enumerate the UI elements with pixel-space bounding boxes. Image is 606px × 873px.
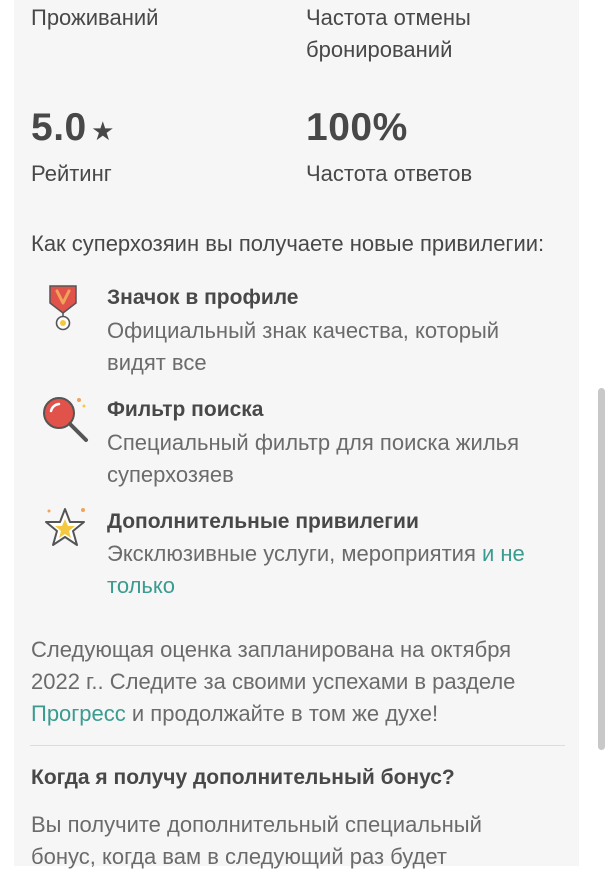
magnifier-icon <box>40 394 90 444</box>
cancel-rate-label-line2: бронирований <box>306 37 453 62</box>
perks-intro: Как суперхозяин вы получаете новые приви… <box>31 231 545 256</box>
response-rate-label: Частота ответов <box>306 161 473 186</box>
more-link-continued[interactable]: только <box>107 570 175 602</box>
perk-desc-badge-line2: видят все <box>107 350 207 375</box>
bonus-answer-line2: бонус, когда вам в следующий раз будет <box>31 844 447 869</box>
cancel-rate-label-line1: Частота отмены <box>306 5 471 30</box>
perk-title-search-filter: Фильтр поиска <box>107 398 264 421</box>
section-divider <box>30 745 565 746</box>
bonus-answer-line1: Вы получите дополнительный специальный <box>31 812 482 837</box>
star-icon <box>43 505 89 551</box>
medal-icon <box>46 283 80 333</box>
rating-value-group: 5.0 ★ <box>31 106 114 150</box>
bonus-question: Когда я получу дополнительный бонус? <box>31 766 455 789</box>
rating-star-icon: ★ <box>91 116 115 146</box>
perk-desc-extra-line1: Эксклюзивные услуги, мероприятия и не <box>107 538 525 570</box>
response-rate-value: 100% <box>306 106 408 149</box>
perk-desc-search-line2: суперхозяев <box>107 462 234 487</box>
rating-value: 5.0 <box>31 106 87 149</box>
perk-desc-badge-line1: Официальный знак качества, который <box>107 318 500 343</box>
progress-link[interactable]: Прогресс <box>31 701 126 726</box>
more-link[interactable]: и не <box>482 541 525 566</box>
scrollbar[interactable] <box>598 388 605 750</box>
next-review-line2: 2022 г.. Следите за своими успехами в ра… <box>31 669 516 694</box>
next-review-line1: Следующая оценка запланирована на октябр… <box>31 637 512 662</box>
perk-desc-extra-text: Эксклюзивные услуги, мероприятия <box>107 541 476 566</box>
next-review-line3-text: и продолжайте в том же духе! <box>125 701 439 726</box>
perk-title-extra: Дополнительные привилегии <box>107 510 419 533</box>
next-review-line3: Прогресс и продолжайте в том же духе! <box>31 698 438 730</box>
perk-title-badge: Значок в профиле <box>107 286 299 309</box>
stays-label: Проживаний <box>31 5 159 30</box>
rating-label: Рейтинг <box>31 161 112 186</box>
perk-desc-search-line1: Специальный фильтр для поиска жилья <box>107 430 520 455</box>
